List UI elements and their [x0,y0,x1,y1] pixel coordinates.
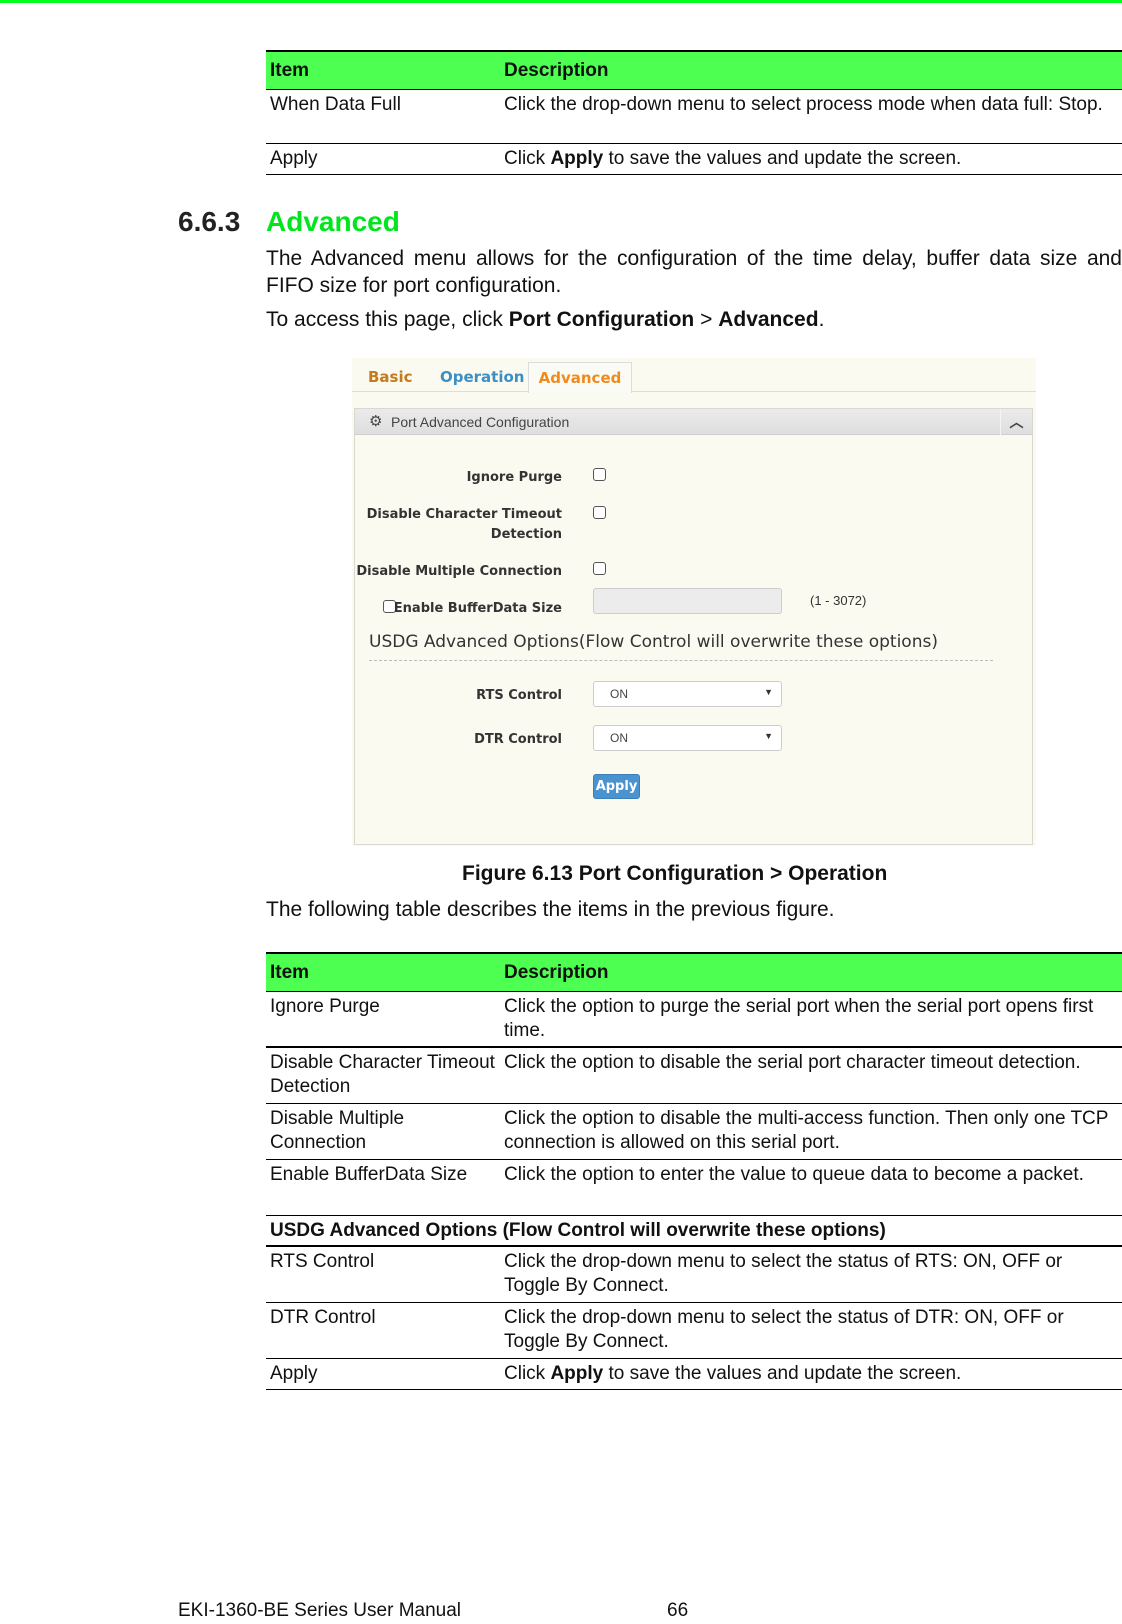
row-item: Disable Multiple Connection [270,1108,405,1153]
access-menu: Port Configuration [508,308,695,331]
enable-buffer-label: Enable BufferData Size [393,601,562,616]
top-rule [0,0,1122,3]
row-description: Click the option to enter the value to q… [504,1164,1084,1185]
rts-value: ON [610,687,628,701]
apply-button[interactable]: Apply [593,774,640,799]
dropdown-arrow-icon: ▼ [764,687,773,697]
tab-operation[interactable]: Operation [440,362,524,392]
table-header: Item Description [266,50,1122,90]
desc-text: to save the values and update the screen… [603,1363,962,1384]
gear-icon: ⚙ [369,413,383,430]
desc-bold: Apply [550,1363,604,1384]
buffer-size-input[interactable] [593,588,782,614]
dtr-value: ON [610,731,628,745]
row-description: Click the drop-down menu to select the s… [504,1251,1063,1296]
table-intro: The following table describes the items … [266,898,835,921]
access-text: To access this page, click [266,308,509,331]
label-line: Disable Character Timeout [366,507,562,522]
table-row: DTR Control Click the drop-down menu to … [266,1303,1122,1359]
header-item: Item [270,962,310,983]
table-row: Disable Multiple Connection Click the op… [266,1104,1122,1160]
row-item: Disable Character Timeout Detection [270,1052,495,1097]
usdg-heading: USDG Advanced Options(Flow Control will … [369,632,938,652]
section-number: 6.6.3 [178,206,241,237]
dropdown-arrow-icon: ▼ [764,731,773,741]
top-table: Item Description When Data Full Click th… [266,50,1122,175]
row-item: DTR Control [270,1307,376,1328]
dtr-control-select[interactable]: ON ▼ [593,725,782,751]
row-item: Ignore Purge [270,996,380,1017]
row-item: Apply [270,148,318,169]
table-row: Ignore Purge Click the option to purge t… [266,992,1122,1048]
header-description: Description [504,962,609,983]
desc-text: to save the values and update the screen… [603,148,962,169]
row-item: Enable BufferData Size [270,1164,468,1185]
table-header: Item Description [266,952,1122,992]
row-description: Click the option to disable the serial p… [504,1052,1081,1073]
table-row: Apply Click Apply to save the values and… [266,144,1122,175]
access-text: . [818,308,825,331]
row-description: Click the option to purge the serial por… [504,996,1094,1041]
buffer-range-hint: (1 - 3072) [810,593,867,608]
panel-header: ⚙ Port Advanced Configuration ︿ [355,409,1032,435]
rts-control-select[interactable]: ON ▼ [593,681,782,707]
rts-control-label: RTS Control [476,688,562,703]
access-instructions: To access this page, click Port Configur… [266,306,1122,333]
disable-char-timeout-label: Disable Character Timeout Detection [367,505,562,545]
header-item: Item [270,60,310,81]
ignore-purge-label: Ignore Purge [466,470,562,485]
footer-page-number: 66 [667,1600,689,1621]
figure-screenshot: Basic Operation Advanced ⚙ Port Advanced… [352,358,1036,846]
row-item: RTS Control [270,1251,375,1272]
row-description: Click the option to disable the multi-ac… [504,1108,1109,1153]
tab-bar: Basic Operation Advanced [352,358,1036,393]
table-row: Enable BufferData Size Click the option … [266,1160,1122,1216]
access-separator: > [694,308,719,331]
figure-caption: Figure 6.13 Port Configuration > Operati… [462,862,888,885]
ignore-purge-checkbox[interactable] [593,468,606,481]
row-item: When Data Full [270,94,401,115]
desc-bold: Apply [550,148,604,169]
table-row: Disable Character Timeout Detection Clic… [266,1048,1122,1104]
section-title: Advanced [266,206,400,237]
table-section-row: USDG Advanced Options (Flow Control will… [266,1216,1122,1247]
desc-text: Click [504,1363,551,1384]
table-row: Apply Click Apply to save the values and… [266,1359,1122,1390]
header-description: Description [504,60,609,81]
dtr-control-label: DTR Control [474,732,562,747]
access-submenu: Advanced [718,308,819,331]
table-row: When Data Full Click the drop-down menu … [266,90,1122,144]
footer-manual-title: EKI-1360-BE Series User Manual [178,1600,462,1621]
row-item: Apply [270,1363,318,1384]
table-row: RTS Control Click the drop-down menu to … [266,1247,1122,1303]
disable-multiple-checkbox[interactable] [593,562,606,575]
tab-basic[interactable]: Basic [368,362,413,392]
row-description: Click Apply to save the values and updat… [504,144,1122,174]
section-intro: The Advanced menu allows for the configu… [266,247,1122,297]
panel-title: Port Advanced Configuration [391,414,570,430]
row-description: Click Apply to save the values and updat… [504,1359,1122,1389]
section-row-label: USDG Advanced Options (Flow Control will… [270,1220,886,1241]
disable-char-timeout-checkbox[interactable] [593,506,606,519]
collapse-chevron-up-icon[interactable]: ︿ [1000,409,1032,435]
tab-advanced[interactable]: Advanced [528,362,632,393]
port-advanced-panel: ⚙ Port Advanced Configuration ︿ Ignore P… [354,408,1033,845]
desc-text: Click [504,148,551,169]
items-table: Item Description Ignore Purge Click the … [266,952,1122,1390]
row-description: Click the drop-down menu to select the s… [504,1307,1064,1352]
label-line: Detection [490,527,562,542]
section-heading: 6.6.3 Advanced [178,206,400,238]
row-description: Click the drop-down menu to select proce… [504,94,1103,115]
divider [369,660,993,661]
disable-multiple-label: Disable Multiple Connection [356,564,562,579]
